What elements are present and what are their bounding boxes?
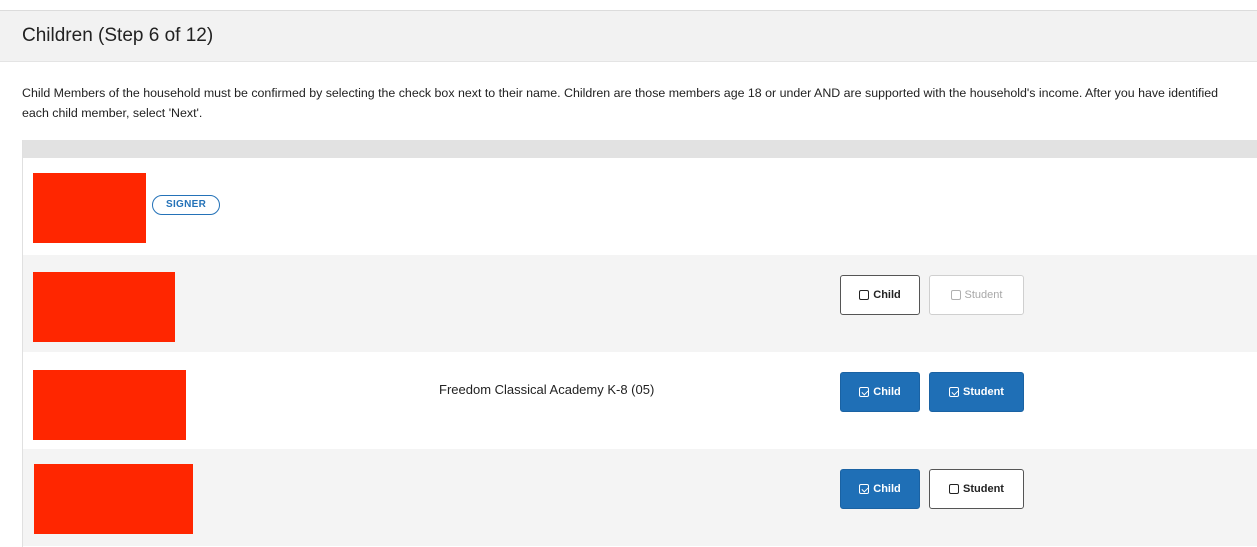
student-label: Student: [963, 386, 1004, 398]
school-name: Freedom Classical Academy K-8 (05): [439, 382, 655, 397]
checkbox-unchecked-icon: [950, 290, 961, 300]
children-step-page: Children (Step 6 of 12) Child Members of…: [0, 0, 1257, 547]
child-toggle-button[interactable]: Child: [840, 275, 920, 315]
signer-badge: SIGNER: [152, 195, 221, 215]
student-toggle-button[interactable]: Student: [929, 469, 1024, 509]
child-label: Child: [873, 289, 901, 301]
table-header: [23, 140, 1257, 158]
checkbox-checked-icon: [859, 484, 870, 494]
student-toggle-button[interactable]: Student: [929, 275, 1024, 315]
checkbox-checked-icon: [949, 387, 960, 397]
student-toggle-button[interactable]: Student: [929, 372, 1024, 412]
redacted-name: [33, 272, 175, 342]
student-label: Student: [964, 289, 1003, 301]
redacted-name: [33, 173, 146, 243]
child-label: Child: [873, 386, 901, 398]
child-toggle-button[interactable]: Child: [840, 469, 920, 509]
checkbox-unchecked-icon: [949, 484, 960, 494]
step-header: Children (Step 6 of 12): [0, 11, 1257, 62]
member-row-2: Child Student: [23, 255, 1257, 352]
child-toggle-button[interactable]: Child: [840, 372, 920, 412]
page-title: Children (Step 6 of 12): [22, 25, 214, 46]
checkbox-unchecked-icon: [859, 290, 870, 300]
checkbox-checked-icon: [859, 387, 870, 397]
redacted-name: [33, 370, 186, 440]
redacted-name: [34, 464, 193, 534]
members-table: SIGNER Child Student Freedom Classical A…: [22, 140, 1257, 547]
student-label: Student: [963, 483, 1004, 495]
member-row-4: Child Student: [23, 449, 1257, 546]
member-row-signer: SIGNER: [23, 158, 1257, 255]
member-row-3: Freedom Classical Academy K-8 (05) Child…: [23, 352, 1257, 449]
instructions-text: Child Members of the household must be c…: [22, 86, 1218, 120]
child-label: Child: [873, 483, 901, 495]
